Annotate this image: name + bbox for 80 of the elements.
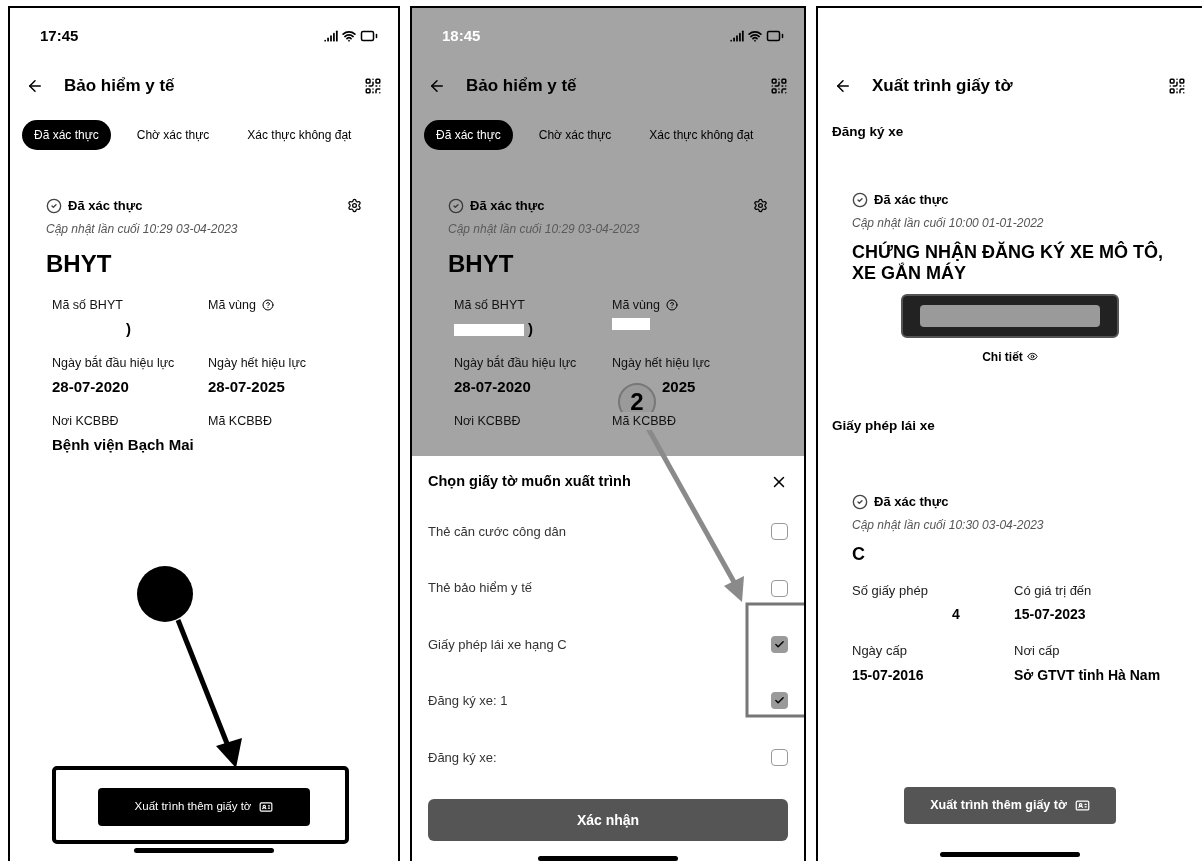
last-updated: Cập nhật lần cuối 10:00 01-01-2022 bbox=[852, 214, 1045, 232]
help-icon[interactable] bbox=[261, 298, 274, 311]
detail-link[interactable]: Chi tiết bbox=[982, 347, 1023, 366]
qr-code-icon[interactable] bbox=[364, 77, 382, 95]
tab[interactable]: Xác thực không đạt bbox=[637, 120, 766, 150]
tab[interactable]: Chờ xác thực bbox=[124, 120, 222, 150]
field-label: Ngày cấp bbox=[852, 642, 908, 660]
tab[interactable]: Xác thực không đạt bbox=[235, 120, 364, 150]
back-icon[interactable] bbox=[428, 77, 446, 95]
field-value: 2025 bbox=[662, 377, 696, 398]
document-option[interactable]: Giấy phép lái xe hạng C bbox=[428, 634, 567, 655]
present-more-button[interactable]: Xuất trình thêm giấy tờ bbox=[904, 787, 1116, 824]
checkbox[interactable] bbox=[771, 692, 788, 710]
back-icon[interactable] bbox=[834, 77, 852, 95]
tab[interactable]: Chờ xác thực bbox=[526, 120, 624, 150]
present-more-button[interactable]: Xuất trình thêm giấy tờ bbox=[98, 788, 310, 826]
status-time: 17:45 bbox=[40, 25, 79, 46]
wifi-icon bbox=[342, 29, 356, 43]
verified-icon bbox=[852, 192, 868, 208]
field-label: Ngày bắt đầu hiệu lực bbox=[52, 353, 175, 373]
help-icon[interactable] bbox=[665, 298, 678, 311]
checkbox[interactable] bbox=[771, 748, 788, 766]
tab[interactable]: Đã xác thực bbox=[22, 120, 111, 150]
card-title: BHYT bbox=[46, 248, 113, 279]
check-icon bbox=[774, 639, 785, 650]
signal-icon bbox=[324, 29, 338, 43]
masked-value: ) bbox=[52, 318, 131, 341]
last-updated: Cập nhật lần cuối 10:30 03-04-2023 bbox=[852, 516, 1045, 534]
field-label: Số giấy phép bbox=[852, 581, 929, 600]
document-option[interactable]: Đăng ký xe: bbox=[428, 747, 497, 768]
verification-status: Đã xác thực bbox=[874, 191, 949, 210]
verified-icon bbox=[448, 197, 464, 214]
verification-status: Đã xác thực bbox=[874, 493, 949, 511]
verified-icon bbox=[852, 493, 868, 510]
document-option[interactable]: Thẻ bảo hiểm y tế bbox=[428, 578, 533, 598]
page-title: Bảo hiểm y tế bbox=[64, 75, 175, 98]
sheet-title: Chọn giấy tờ muốn xuất trình bbox=[428, 471, 631, 491]
settings-icon[interactable] bbox=[753, 198, 768, 214]
back-icon[interactable] bbox=[26, 77, 44, 95]
field-value: 28-07-2025 bbox=[208, 377, 285, 398]
checkbox[interactable] bbox=[771, 523, 788, 541]
field-value: Bệnh viện Bạch Mai bbox=[52, 435, 194, 456]
field-label: Có giá trị đến bbox=[1014, 581, 1093, 600]
document-option[interactable]: Thẻ căn cước công dân bbox=[428, 521, 566, 542]
verification-status: Đã xác thực bbox=[68, 197, 143, 215]
field-value: 4 bbox=[952, 605, 960, 624]
field-value: 28-07-2020 bbox=[52, 377, 129, 398]
field-label: Ngày bắt đầu hiệu lực bbox=[454, 353, 577, 373]
page-title: Bảo hiểm y tế bbox=[466, 75, 577, 98]
field-value: 15-07-2016 bbox=[852, 665, 924, 685]
card-title: C bbox=[852, 543, 866, 565]
last-updated: Cập nhật lần cuối 10:29 03-04-2023 bbox=[46, 220, 239, 238]
id-card-icon bbox=[1074, 798, 1090, 813]
section-title: Giấy phép lái xe bbox=[831, 416, 936, 435]
card-title: BHYT bbox=[448, 248, 515, 279]
document-option[interactable]: Đăng ký xe: 1 bbox=[428, 691, 508, 711]
step-marker bbox=[137, 566, 193, 622]
field-value: 15-07-2023 bbox=[1014, 605, 1086, 624]
status-time: 18:45 bbox=[442, 25, 481, 46]
wifi-icon bbox=[748, 29, 762, 43]
signal-icon bbox=[730, 29, 744, 43]
field-value: 28-07-2020 bbox=[454, 377, 531, 398]
tab[interactable]: Đã xác thực bbox=[424, 120, 513, 150]
verification-status: Đã xác thực bbox=[470, 197, 545, 215]
checkbox[interactable] bbox=[771, 579, 788, 597]
id-card-icon bbox=[259, 800, 274, 814]
qr-code-icon[interactable] bbox=[1168, 77, 1186, 95]
field-value: Sở GTVT tỉnh Hà Nam bbox=[1014, 665, 1161, 685]
verified-icon bbox=[46, 197, 62, 214]
settings-icon[interactable] bbox=[347, 198, 362, 214]
checkbox[interactable] bbox=[771, 636, 788, 653]
qr-code-icon[interactable] bbox=[770, 77, 788, 95]
field-label: Nơi cấp bbox=[1014, 642, 1061, 660]
field-label: Mã KCBBĐ bbox=[612, 411, 676, 431]
confirm-button[interactable]: Xác nhận bbox=[428, 799, 788, 842]
card-title: CHỨNG NHẬN ĐĂNG KÝ XE MÔ TÔ, XE GẮN MÁY bbox=[852, 241, 1164, 284]
last-updated: Cập nhật lần cuối 10:29 03-04-2023 bbox=[448, 220, 641, 238]
page-title: Xuất trình giấy tờ bbox=[872, 75, 1013, 98]
section-title: Đăng ký xe bbox=[831, 123, 905, 141]
eye-icon bbox=[1026, 351, 1038, 363]
